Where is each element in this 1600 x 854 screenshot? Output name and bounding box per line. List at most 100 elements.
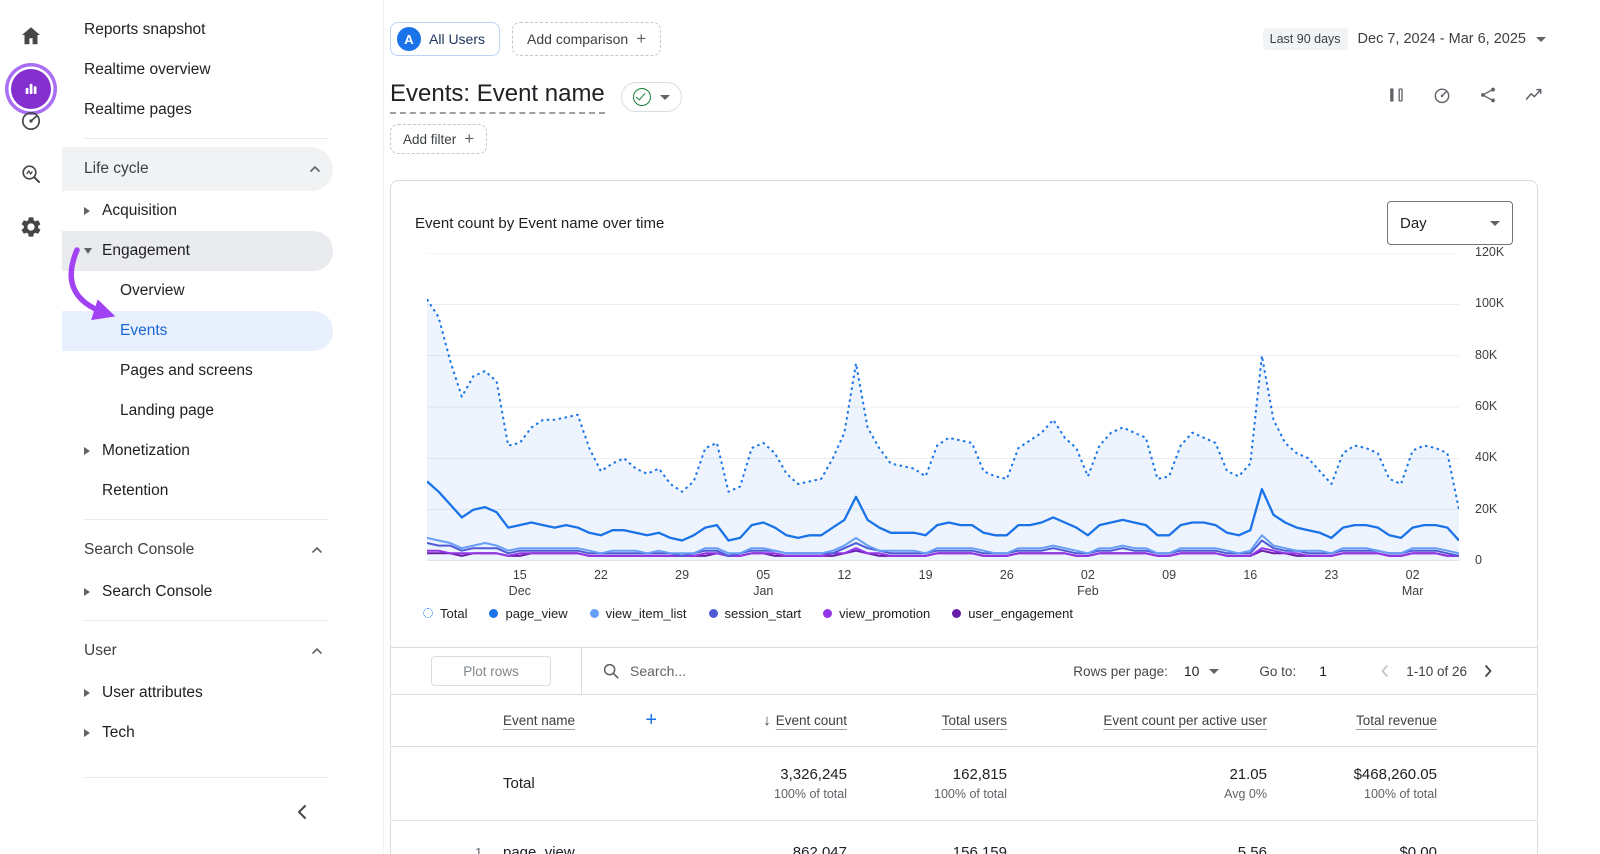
x-axis-tick-label: 02Mar [1402,567,1424,599]
sidebar-item-monetization[interactable]: Monetization [62,431,383,471]
table-row: 1 page_view 862,047 156,159 5.56 $0.00 [391,821,1537,854]
add-comparison-label: Add comparison [527,31,628,47]
total-users-sub: 100% of total [847,787,1007,801]
chart-legend: Total page_view view_item_list session_star… [423,603,1537,623]
sidebar-divider [84,777,329,778]
column-header-event-name[interactable]: Event name [503,713,575,728]
sidebar-item-label: Overview [120,282,185,300]
sidebar-item-label: Landing page [120,402,214,420]
sidebar-item-realtime-overview[interactable]: Realtime overview [62,50,383,90]
sidebar-item-label: Pages and screens [120,362,253,380]
legend-marker [952,609,961,618]
x-axis-tick-label: 26 [1000,567,1014,583]
section-header-life-cycle[interactable]: Life cycle [62,147,333,191]
per-user-cell: 5.56 [1007,844,1267,854]
admin-gear-icon[interactable] [19,215,43,239]
granularity-value: Day [1400,215,1427,232]
column-header-event-count[interactable]: Event count [776,713,847,728]
data-quality-badge[interactable] [621,82,682,112]
event-name-cell: page_view [503,844,575,854]
explore-icon[interactable] [19,162,43,186]
plot-rows-button[interactable]: Plot rows [431,656,551,686]
legend-item-session_start[interactable]: session_start [709,606,802,621]
total-revenue-value: $468,260.05 [1267,766,1437,783]
add-filter-label: Add filter [403,132,456,147]
table-header-row: Event name + ↓Event count Total users Ev… [391,695,1537,747]
report-action-icons [1386,85,1544,110]
sidebar-item-engagement[interactable]: Engagement [62,231,333,271]
explore-report-button[interactable] [1524,85,1544,110]
table-toolbar: Plot rows Rows per page: 10 Go to: [391,647,1537,695]
title-row: Events: Event name [390,78,1600,116]
rows-per-page-value: 10 [1184,663,1200,679]
sidebar-item-retention[interactable]: Retention [62,471,383,511]
add-dimension-button[interactable]: + [645,709,657,732]
sidebar-item-user-attributes[interactable]: User attributes [62,673,383,713]
x-axis-labels: 15Dec222905Jan12192602Feb09162302Mar [427,561,1459,597]
sidebar-divider [84,519,329,520]
sidebar-divider [84,620,329,621]
report-main: A All Users Add comparison + Last 90 day… [384,0,1600,854]
date-range-picker[interactable]: Dec 7, 2024 - Mar 6, 2025 [1358,31,1526,47]
legend-item-Total[interactable]: Total [423,606,467,621]
all-users-comparison-chip[interactable]: A All Users [390,22,500,56]
chevron-up-icon [311,546,323,554]
sidebar-item-search-console[interactable]: Search Console [62,572,383,612]
section-header-search-console[interactable]: Search Console [62,528,383,572]
previous-page-button[interactable] [1376,662,1394,680]
events-line-chart [427,253,1459,561]
date-preset-badge: Last 90 days [1263,28,1348,50]
collapse-sidebar-button[interactable] [294,803,310,826]
expand-right-icon [84,207,90,215]
sidebar-item-reports-snapshot[interactable]: Reports snapshot [62,10,383,50]
rows-per-page-select[interactable]: 10 [1184,663,1220,679]
sidebar-divider [84,138,329,139]
chevron-right-icon [1479,662,1497,680]
search-input[interactable] [630,663,850,679]
sidebar-item-acquisition[interactable]: Acquisition [62,191,383,231]
column-header-event-count-per-active-user[interactable]: Event count per active user [1103,713,1267,728]
reports-icon[interactable] [11,69,51,109]
legend-item-view_item_list[interactable]: view_item_list [590,606,687,621]
share-icon [1478,85,1498,105]
x-axis-tick-label: 29 [675,567,689,583]
section-header-user[interactable]: User [62,629,383,673]
insights-button[interactable] [1432,85,1452,110]
chevron-down-icon[interactable] [1536,37,1546,42]
add-filter-button[interactable]: Add filter + [390,124,487,154]
sidebar-item-label: User attributes [102,684,203,702]
legend-item-user_engagement[interactable]: user_engagement [952,606,1073,621]
go-to-page-input[interactable] [1310,663,1336,679]
row-index: 1 [475,845,503,854]
sidebar-item-tech[interactable]: Tech [62,713,383,753]
sidebar-item-label: Acquisition [102,202,177,220]
sidebar-item-pages-and-screens[interactable]: Pages and screens [62,351,383,391]
advertising-icon[interactable] [19,109,43,133]
chevron-down-icon [1209,669,1219,674]
legend-item-view_promotion[interactable]: view_promotion [823,606,930,621]
y-axis-tick-label: 0 [1475,553,1482,567]
home-icon[interactable] [19,24,43,48]
pagination-controls: Rows per page: 10 Go to: 1-10 of 26 [1073,662,1497,680]
sidebar-item-label: Events [120,322,167,340]
granularity-select[interactable]: Day [1387,201,1513,245]
x-axis-tick-label: 02Feb [1077,567,1099,599]
column-header-total-revenue[interactable]: Total revenue [1356,713,1437,728]
chart-area: 020K40K60K80K100K120K [391,253,1537,561]
sidebar-item-events[interactable]: Events [62,311,333,351]
sidebar-item-realtime-pages[interactable]: Realtime pages [62,90,383,130]
sidebar-item-label: Search Console [102,583,212,601]
total-event-count-sub: 100% of total [657,787,847,801]
compare-reports-button[interactable] [1386,85,1406,110]
add-comparison-button[interactable]: Add comparison + [512,22,661,56]
share-button[interactable] [1478,85,1498,110]
search-icon [602,662,620,680]
next-page-button[interactable] [1479,662,1497,680]
page-title[interactable]: Events: Event name [390,80,605,114]
y-axis-tick-label: 40K [1475,450,1497,464]
sidebar-item-landing-page[interactable]: Landing page [62,391,383,431]
legend-item-page_view[interactable]: page_view [489,606,567,621]
sidebar-item-overview[interactable]: Overview [62,271,383,311]
total-per-user-sub: Avg 0% [1007,787,1267,801]
column-header-total-users[interactable]: Total users [942,713,1007,728]
